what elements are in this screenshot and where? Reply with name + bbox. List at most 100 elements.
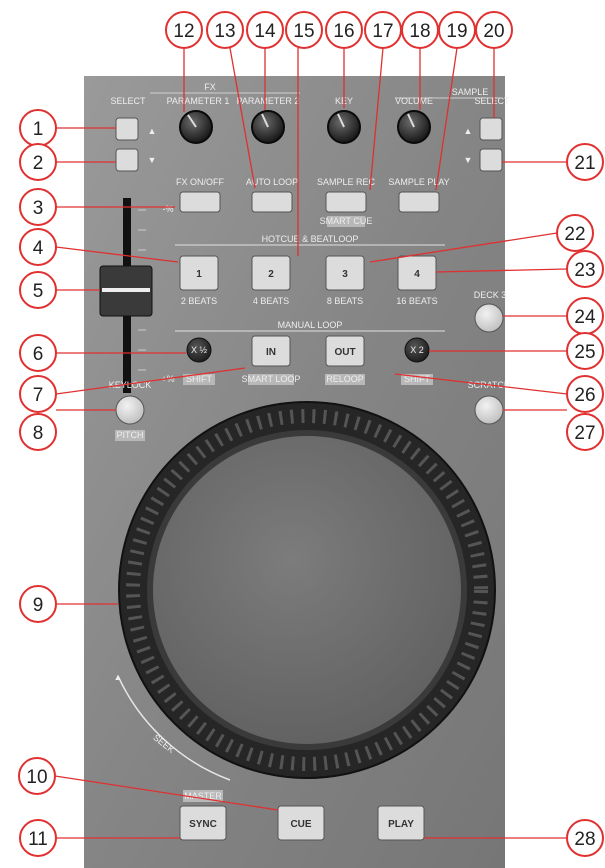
svg-text:21: 21: [574, 153, 595, 174]
deck3-label: DECK 3: [474, 290, 507, 300]
sample-play-label: SAMPLE PLAY: [388, 177, 449, 187]
param1-label: PARAMETER 1: [167, 96, 230, 106]
svg-text:3: 3: [33, 198, 44, 219]
svg-text:10: 10: [26, 767, 47, 788]
svg-text:19: 19: [446, 21, 467, 42]
sample-select-up-button[interactable]: [479, 117, 503, 141]
smart-loop-label: SMART LOOP: [242, 374, 301, 384]
diagram-svg: FX SAMPLE SELECT PARAMETER 1 PARAMETER 2…: [18, 11, 604, 868]
svg-text:27: 27: [574, 423, 595, 444]
hotcue-1-label: 1: [196, 269, 202, 280]
callout-20: 20: [475, 11, 513, 49]
svg-text:23: 23: [574, 260, 595, 281]
fx-select-up-button[interactable]: [115, 117, 139, 141]
fx-select-down-button[interactable]: [115, 148, 139, 172]
callout-23: 23: [566, 250, 604, 288]
select-right-label: SELECT: [474, 96, 510, 106]
manual-loop-section-title: MANUAL LOOP: [278, 320, 343, 330]
sync-label: SYNC: [189, 819, 217, 830]
callout-15: 15: [285, 11, 323, 49]
smart-cue-label: SMART CUE: [320, 216, 373, 226]
sample-play-button[interactable]: [398, 191, 440, 213]
callout-1: 1: [19, 109, 57, 147]
callout-19: 19: [438, 11, 476, 49]
loop-out-label: OUT: [334, 347, 355, 358]
svg-text:1: 1: [33, 119, 44, 140]
svg-text:16: 16: [333, 21, 354, 42]
sample-select-down-button[interactable]: [479, 148, 503, 172]
svg-text:12: 12: [173, 21, 194, 42]
scratch-button[interactable]: [474, 395, 504, 425]
auto-loop-button[interactable]: [251, 191, 293, 213]
callout-13: 13: [206, 11, 244, 49]
pitch-label: PITCH: [117, 430, 144, 440]
callout-12: 12: [165, 11, 203, 49]
callout-27: 27: [566, 413, 604, 451]
callout-21: 21: [566, 143, 604, 181]
hotcue-4-label: 4: [414, 269, 420, 280]
callout-8: 8: [19, 413, 57, 451]
callout-5: 5: [19, 271, 57, 309]
key-knob[interactable]: [327, 110, 361, 144]
fx-onoff-button[interactable]: [179, 191, 221, 213]
beats-16-label: 16 BEATS: [396, 296, 437, 306]
param2-knob[interactable]: [251, 110, 285, 144]
svg-text:20: 20: [483, 21, 504, 42]
callout-14: 14: [246, 11, 284, 49]
beats-8-label: 8 BEATS: [327, 296, 363, 306]
svg-text:2: 2: [33, 153, 44, 174]
keylock-button[interactable]: [115, 395, 145, 425]
callout-2: 2: [19, 143, 57, 181]
loop-in-label: IN: [266, 347, 276, 358]
up-arrow-icon: ▲: [464, 126, 473, 136]
reloop-label: RELOOP: [326, 374, 364, 384]
callout-24: 24: [566, 297, 604, 335]
beats-2-label: 2 BEATS: [181, 296, 217, 306]
callout-3: 3: [19, 188, 57, 226]
jog-wheel-platter: [153, 436, 461, 744]
play-label: PLAY: [388, 819, 414, 830]
deck3-button[interactable]: [474, 303, 504, 333]
loop-double-label: X 2: [410, 345, 424, 355]
down-arrow-icon: ▼: [464, 155, 473, 165]
svg-text:17: 17: [372, 21, 393, 42]
loop-half-label: X ½: [191, 345, 208, 355]
callout-10: 10: [18, 757, 56, 795]
sample-rec-label: SAMPLE REC: [317, 177, 376, 187]
callout-18: 18: [401, 11, 439, 49]
hotcue-2-label: 2: [268, 269, 274, 280]
svg-text:28: 28: [574, 829, 595, 850]
beats-4-label: 4 BEATS: [253, 296, 289, 306]
svg-text:24: 24: [574, 307, 596, 328]
svg-text:11: 11: [28, 829, 48, 850]
svg-text:9: 9: [33, 595, 44, 616]
svg-text:7: 7: [33, 385, 44, 406]
select-left-label: SELECT: [110, 96, 146, 106]
callout-4: 4: [19, 228, 57, 266]
callout-26: 26: [566, 375, 604, 413]
svg-text:4: 4: [33, 238, 44, 259]
svg-text:25: 25: [574, 342, 595, 363]
up-arrow-icon: ▲: [148, 126, 157, 136]
svg-text:14: 14: [254, 21, 276, 42]
svg-text:22: 22: [564, 224, 585, 245]
controller-diagram: FX SAMPLE SELECT PARAMETER 1 PARAMETER 2…: [0, 0, 605, 868]
fx-onoff-label: FX ON/OFF: [176, 177, 224, 187]
param1-knob[interactable]: [179, 110, 213, 144]
callout-6: 6: [19, 334, 57, 372]
pitch-fader-cap[interactable]: [99, 265, 153, 317]
cue-label: CUE: [290, 819, 311, 830]
sample-rec-button[interactable]: [325, 191, 367, 213]
jog-wheel[interactable]: [118, 401, 496, 779]
down-arrow-icon: ▼: [148, 155, 157, 165]
callout-17: 17: [364, 11, 402, 49]
callout-11: 11: [19, 819, 57, 857]
minus-pct-label: -%: [163, 204, 174, 214]
callout-7: 7: [19, 375, 57, 413]
svg-text:8: 8: [33, 423, 44, 444]
callout-16: 16: [325, 11, 363, 49]
fx-section-title: FX: [204, 82, 216, 92]
volume-knob[interactable]: [397, 110, 431, 144]
svg-text:13: 13: [214, 21, 235, 42]
svg-text:26: 26: [574, 385, 595, 406]
